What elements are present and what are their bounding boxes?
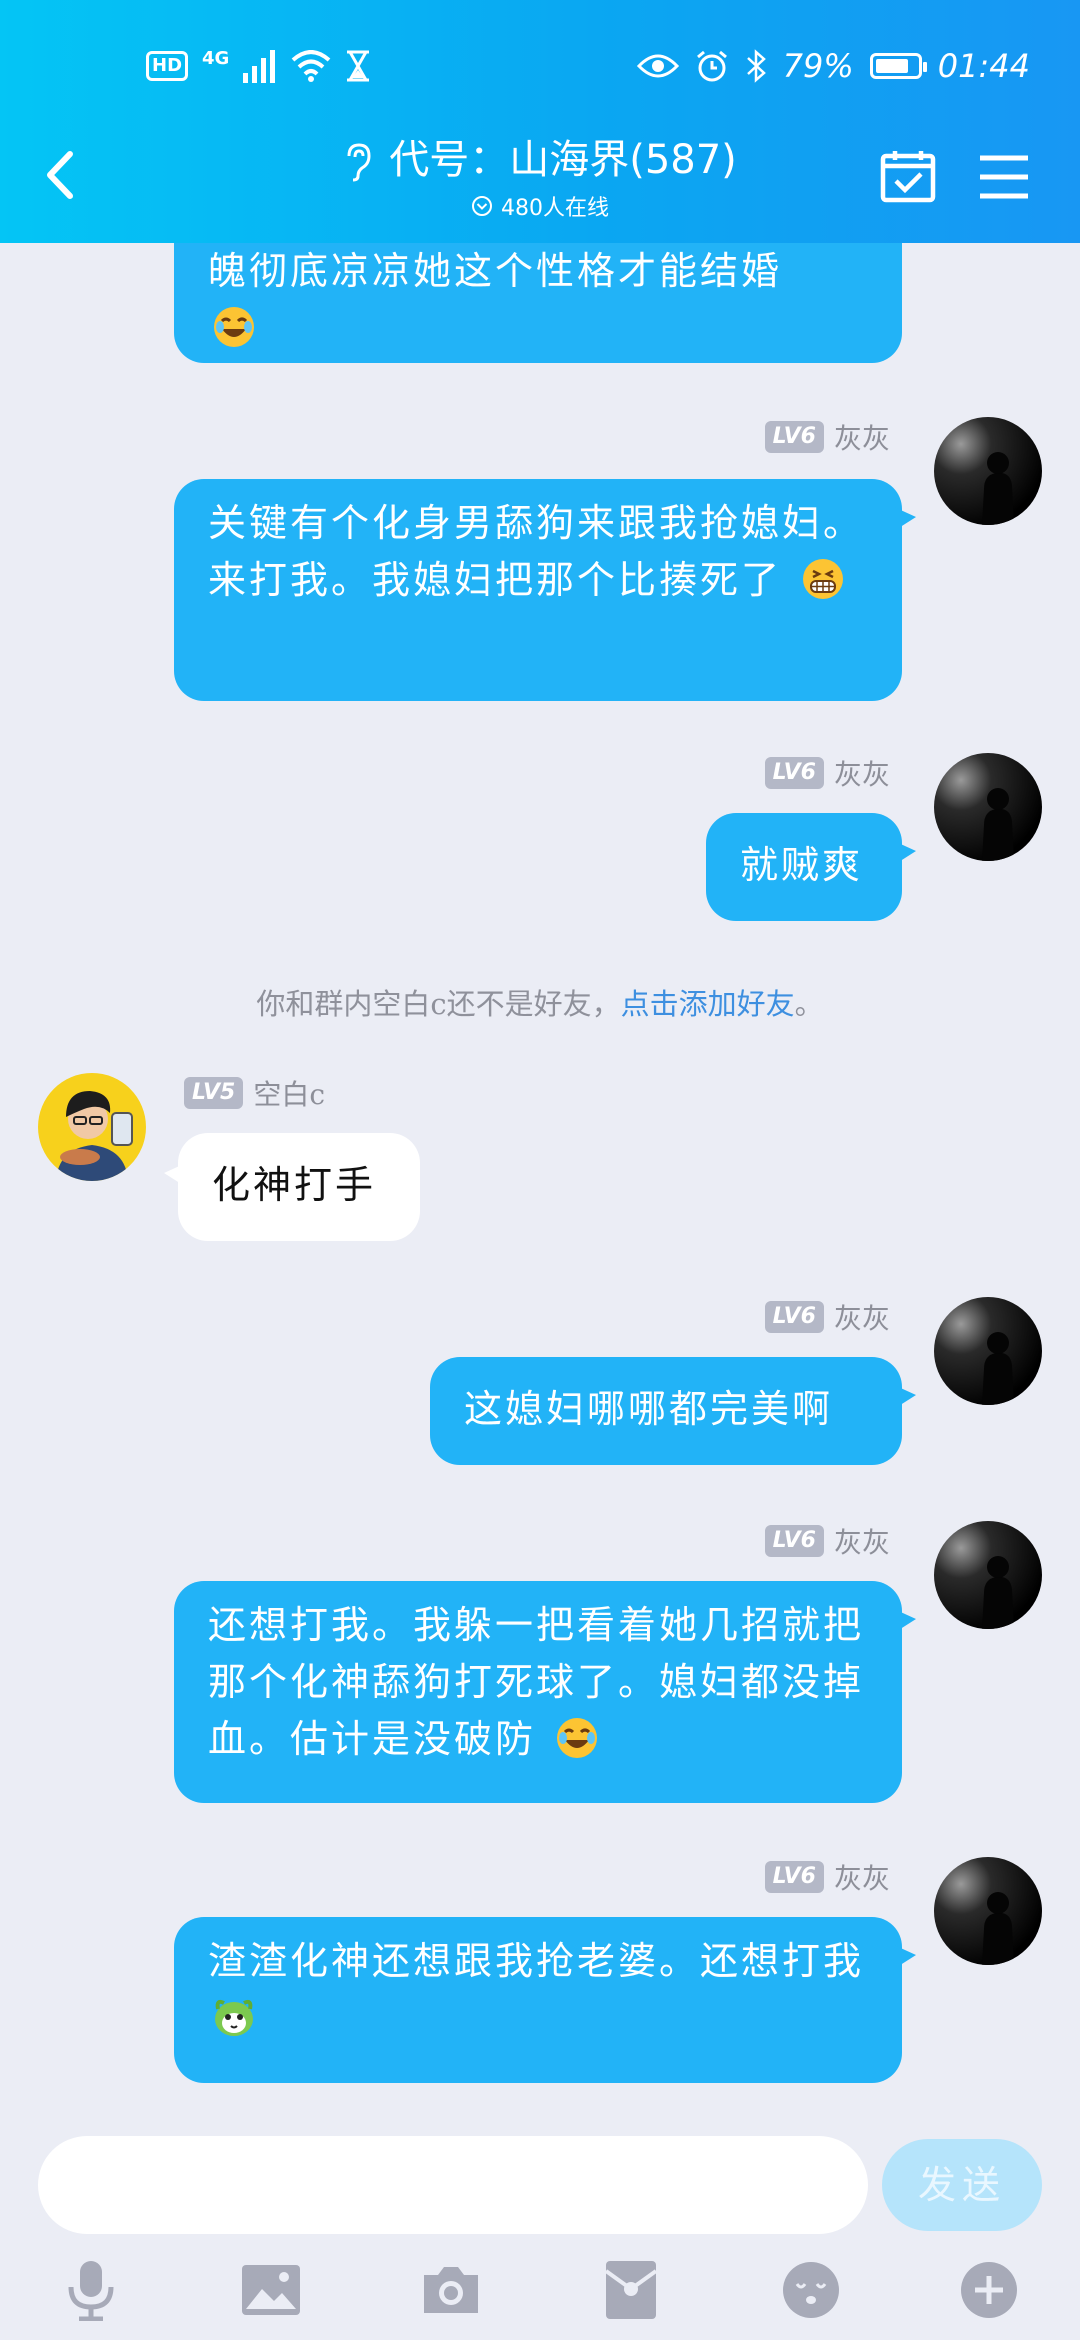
sender-name: 灰灰: [833, 758, 890, 791]
battery-fill: [875, 59, 908, 73]
wifi-icon: [292, 50, 331, 82]
sender-name: 灰灰: [833, 1302, 890, 1335]
message-text: 还想打我。我躲一把看着她几招就把那个化神舔狗打死球了。媳妇都没掉血。估计是没破防: [208, 1603, 865, 1761]
message-text: 就贼爽: [740, 843, 864, 887]
alarm-icon: [696, 50, 727, 82]
message-bubble[interactable]: 渣渣化神还想跟我抢老婆。还想打我: [174, 1917, 916, 2083]
status-bar-right: 79% 01:44: [636, 46, 1030, 86]
camera-icon: [424, 2267, 478, 2313]
sender-name: 灰灰: [833, 1862, 890, 1895]
avatar-cartoon-image: [38, 1073, 146, 1181]
network-type: 4G: [202, 47, 230, 69]
avatar-silhouette-image: [934, 417, 1042, 525]
signal-icon: [243, 50, 276, 83]
avatar-silhouette-image: [934, 1521, 1042, 1629]
sender-meta: LV6 灰灰: [764, 417, 890, 457]
sender-meta: LV6 灰灰: [764, 1857, 890, 1897]
message-bubble[interactable]: 就贼爽: [706, 813, 916, 921]
message-text: 渣渣化神还想跟我抢老婆。还想打我: [208, 1939, 865, 1983]
message-bubble[interactable]: 这媳妇哪哪都完美啊: [430, 1357, 916, 1465]
level-badge: LV5: [184, 1077, 244, 1109]
message-input[interactable]: [38, 2136, 868, 2234]
red-packet-icon: [604, 2261, 658, 2319]
message-bubble[interactable]: 魄彻底凉凉她这个性格才能结婚: [174, 243, 902, 363]
message-bubble[interactable]: 还想打我。我躲一把看着她几招就把那个化神舔狗打死球了。媳妇都没掉血。估计是没破防: [174, 1581, 916, 1803]
avatar-silhouette-image: [934, 1857, 1042, 1965]
avatar[interactable]: [934, 417, 1042, 525]
red-packet-button[interactable]: [596, 2255, 666, 2325]
chat-title-area[interactable]: 代号：山海界(587) 480人在线: [300, 132, 780, 222]
eye-icon: [636, 54, 679, 78]
chevron-down-circle-icon: [472, 196, 492, 216]
plus-icon: [961, 2262, 1017, 2318]
message-text: 这媳妇哪哪都完美啊: [464, 1387, 834, 1431]
ear-icon: [347, 143, 371, 182]
sender-name: 灰灰: [833, 422, 890, 455]
chat-header: HD 4G 79% 01:44 代号：山海界(587) 480人在线: [0, 0, 1080, 243]
level-badge: LV6: [764, 1301, 824, 1333]
send-button[interactable]: 发送: [882, 2139, 1042, 2231]
bluetooth-icon: [746, 49, 766, 83]
plus-button[interactable]: [954, 2255, 1024, 2325]
group-title: 代号：山海界(587): [389, 137, 737, 183]
message-text: 魄彻底凉凉她这个性格才能结婚: [208, 249, 783, 293]
status-bar-left: HD 4G: [146, 46, 371, 86]
sender-meta: LV5 空白c: [184, 1073, 325, 1113]
online-count-row: 480人在线: [300, 190, 780, 222]
back-icon[interactable]: [36, 140, 86, 210]
add-friend-link[interactable]: 点击添加好友: [621, 987, 795, 1021]
avatar-silhouette-image: [934, 753, 1042, 861]
level-badge: LV6: [764, 1861, 824, 1893]
avatar[interactable]: [38, 1073, 146, 1181]
friend-notice: 你和群内空白c还不是好友，点击添加好友。: [0, 981, 1080, 1023]
mic-icon: [68, 2261, 114, 2321]
laugh-tears-emoji-icon: [214, 307, 254, 347]
chat-message-list[interactable]: 魄彻底凉凉她这个性格才能结婚 LV6 灰灰 关键有个化身男舔狗来跟我抢媳妇。来打…: [0, 243, 1080, 2123]
group-title-row: 代号：山海界(587): [300, 132, 780, 188]
message-bubble[interactable]: 化神打手: [164, 1133, 420, 1241]
laugh-tears-emoji-icon: [557, 1718, 598, 1758]
avatar-silhouette-image: [934, 1297, 1042, 1405]
camera-button[interactable]: [416, 2255, 486, 2325]
sender-meta: LV6 灰灰: [764, 1521, 890, 1561]
sender-name: 灰灰: [833, 1526, 890, 1559]
input-bar: 发送: [0, 2123, 1080, 2340]
calendar-check-icon[interactable]: [880, 148, 936, 204]
mic-button[interactable]: [56, 2255, 126, 2325]
input-toolbar: [0, 2255, 1080, 2335]
message-text: 化神打手: [212, 1163, 377, 1207]
image-icon: [242, 2265, 300, 2315]
avatar[interactable]: [934, 1297, 1042, 1405]
online-count: 480人在线: [501, 196, 609, 221]
avatar[interactable]: [934, 1857, 1042, 1965]
grin-emoji-icon: [803, 559, 844, 599]
sender-name: 空白c: [253, 1078, 326, 1111]
emoji-icon: [783, 2262, 839, 2318]
hd-badge: HD: [146, 51, 189, 81]
avatar[interactable]: [934, 753, 1042, 861]
message-bubble[interactable]: 关键有个化身男舔狗来跟我抢媳妇。来打我。我媳妇把那个比揍死了: [174, 479, 916, 701]
sender-meta: LV6 灰灰: [764, 1297, 890, 1337]
level-badge: LV6: [764, 757, 824, 789]
clock: 01:44: [937, 47, 1030, 85]
green-pet-emoji-icon: [215, 1999, 253, 2036]
sender-meta: LV6 灰灰: [764, 753, 890, 793]
notice-text: 你和群内空白c还不是好友，: [256, 987, 621, 1021]
hourglass-icon: [347, 50, 370, 82]
image-button[interactable]: [236, 2255, 306, 2325]
notice-suffix: 。: [794, 987, 824, 1021]
message-text: 关键有个化身男舔狗来跟我抢媳妇。来打我。我媳妇把那个比揍死了: [208, 501, 865, 602]
battery-icon: [869, 53, 927, 79]
avatar[interactable]: [934, 1521, 1042, 1629]
battery-percent: 79%: [782, 47, 854, 85]
level-badge: LV6: [764, 421, 824, 453]
level-badge: LV6: [764, 1525, 824, 1557]
menu-icon[interactable]: [978, 152, 1030, 202]
emoji-button[interactable]: [776, 2255, 846, 2325]
